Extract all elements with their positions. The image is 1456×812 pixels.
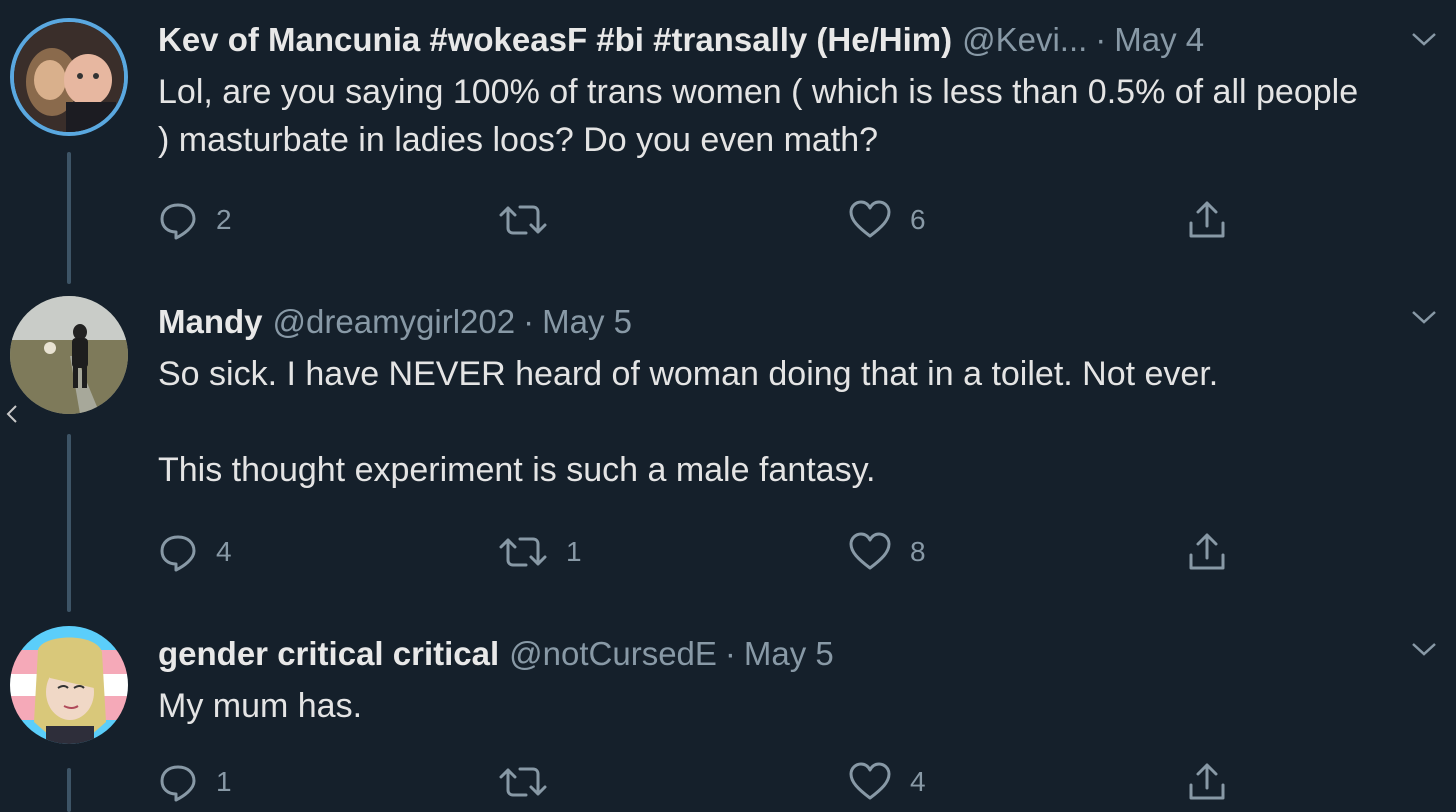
like-count: 6 — [910, 204, 926, 235]
separator-dot: · — [724, 635, 736, 672]
like-button[interactable]: 6 — [848, 198, 926, 242]
retweet-button[interactable] — [498, 198, 566, 242]
tweet-text-line: So sick. I have NEVER heard of woman doi… — [158, 355, 1219, 393]
tweet-text-line: Lol, are you saying 100% of trans women … — [158, 73, 1359, 159]
tweet-actions: 2 6 — [158, 198, 1238, 242]
tweet-actions: 1 4 — [158, 760, 1238, 804]
chevron-down-icon[interactable] — [1410, 308, 1438, 326]
tweet-content: Mandy @dreamygirl202 · May 5 So sick. I hav… — [158, 302, 1366, 494]
thread-view: Kev of Mancunia #wokeasF #bi #transally … — [0, 0, 1456, 812]
reply-count: 2 — [216, 204, 232, 235]
tweet-actions: 4 1 8 — [158, 530, 1238, 574]
tweet-kev[interactable]: Kev of Mancunia #wokeasF #bi #transally … — [0, 0, 1456, 290]
tweet-date[interactable]: May 5 — [542, 303, 632, 340]
reply-button[interactable]: 1 — [158, 760, 232, 804]
like-count: 4 — [910, 766, 926, 797]
retweet-icon — [499, 767, 547, 797]
share-icon — [1189, 201, 1225, 238]
reply-count: 4 — [216, 536, 232, 567]
tweet-text-line: This thought experiment is such a male f… — [158, 451, 876, 489]
retweet-button[interactable]: 1 — [498, 530, 582, 574]
share-icon — [1189, 763, 1225, 800]
reply-icon — [160, 765, 196, 802]
reply-icon — [160, 203, 196, 240]
share-icon — [1189, 533, 1225, 570]
thread-line — [67, 152, 71, 284]
tweet-mandy[interactable]: Mandy @dreamygirl202 · May 5 So sick. I hav… — [0, 290, 1456, 612]
reply-button[interactable]: 4 — [158, 530, 232, 574]
chevron-down-icon[interactable] — [1410, 640, 1438, 658]
tweet-content: Kev of Mancunia #wokeasF #bi #transally … — [158, 20, 1366, 164]
retweet-icon — [499, 205, 547, 235]
thread-line — [67, 768, 71, 812]
like-button[interactable]: 8 — [848, 530, 926, 574]
user-handle[interactable]: @dreamygirl202 — [273, 303, 516, 340]
reply-button[interactable]: 2 — [158, 198, 232, 242]
retweet-count: 1 — [566, 536, 582, 567]
tweet-content: gender critical critical @notCursedE · May … — [158, 634, 1366, 730]
separator-dot: · — [523, 303, 535, 340]
reply-count: 1 — [216, 766, 232, 797]
tweet-text: My mum has. — [158, 682, 1366, 730]
separator-dot: · — [1095, 21, 1107, 58]
tweet-header: gender critical critical @notCursedE · May … — [158, 634, 1366, 674]
display-name[interactable]: Mandy — [158, 303, 263, 340]
like-button[interactable]: 4 — [848, 760, 926, 804]
avatar[interactable] — [10, 626, 128, 744]
like-icon — [849, 762, 891, 800]
tweet-header: Kev of Mancunia #wokeasF #bi #transally … — [158, 20, 1366, 60]
display-name[interactable]: Kev of Mancunia #wokeasF #bi #transally … — [158, 21, 952, 58]
retweet-button[interactable] — [498, 760, 566, 804]
share-button[interactable] — [1186, 198, 1228, 242]
tweet-date[interactable]: May 4 — [1114, 21, 1204, 58]
tweet-text: So sick. I have NEVER heard of woman doi… — [158, 350, 1366, 494]
retweet-icon — [499, 537, 547, 567]
tweet-text: Lol, are you saying 100% of trans women … — [158, 68, 1366, 164]
thread-line — [67, 434, 71, 612]
reply-icon — [160, 535, 196, 572]
display-name[interactable]: gender critical critical — [158, 635, 499, 672]
avatar[interactable] — [10, 18, 128, 136]
tweet-header: Mandy @dreamygirl202 · May 5 — [158, 302, 1366, 342]
like-count: 8 — [910, 536, 926, 567]
chevron-down-icon[interactable] — [1410, 30, 1438, 48]
user-handle[interactable]: @Kevi... — [962, 21, 1087, 58]
share-button[interactable] — [1186, 530, 1228, 574]
user-handle[interactable]: @notCursedE — [509, 635, 717, 672]
tweet-text-line: My mum has. — [158, 687, 363, 725]
share-button[interactable] — [1186, 760, 1228, 804]
tweet-gender-critical-critical[interactable]: gender critical critical @notCursedE · May … — [0, 612, 1456, 812]
avatar[interactable] — [10, 296, 128, 414]
like-icon — [849, 200, 891, 238]
like-icon — [849, 532, 891, 570]
tweet-date[interactable]: May 5 — [744, 635, 834, 672]
